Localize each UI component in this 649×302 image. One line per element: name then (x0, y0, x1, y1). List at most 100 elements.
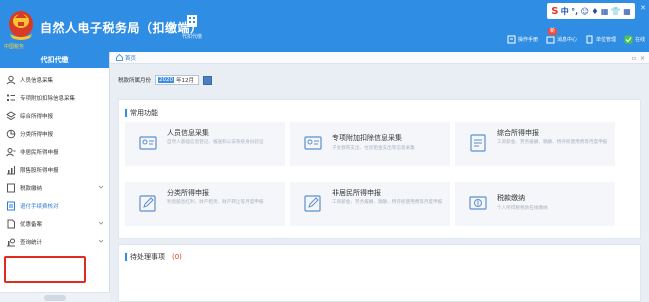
sidebar-item-label: 分类所得申报 (20, 132, 54, 138)
doc-list-icon (7, 201, 15, 211)
sidebar-item[interactable]: 人员信息采集 (0, 71, 110, 89)
sidebar-item-label: 人员信息采集 (20, 78, 54, 84)
sidebar-item[interactable]: 分类所得申报 (0, 125, 110, 143)
function-desc: 自然人基础信息登记、报送和公安系统身份验证 (167, 140, 264, 145)
doc-card-icon (470, 134, 486, 152)
function-name: 人员信息采集 (167, 129, 209, 137)
message-badge: 新 (547, 27, 557, 35)
sidebar-item-label: 专项附加扣除信息采集 (20, 96, 76, 102)
building-icon (586, 35, 593, 43)
function-name: 综合所得申报 (497, 129, 539, 137)
function-name: 非居民所得申报 (332, 189, 381, 197)
ime-skin-icon[interactable]: 👕 (611, 7, 621, 16)
ime-emoji-icon[interactable]: ☺ (581, 7, 589, 16)
online-icon (624, 35, 633, 43)
edit-card-icon (304, 195, 321, 212)
ime-voice-icon[interactable]: ♦ (591, 7, 598, 16)
function-desc: 工资薪金、劳务报酬、稿酬、特许权使用费等月度申报 (497, 140, 608, 145)
function-card[interactable]: 分类所得申报 利息股息红利、财产租赁、财产转让等月度申报 (125, 182, 285, 226)
sidebar-item[interactable]: 税款缴纳 (0, 179, 110, 197)
sidebar-item-label: 综合所得申报 (20, 114, 54, 120)
function-card[interactable]: 非居民所得申报工资薪金、劳务报酬、稿酬、特许权使用费等月度申报 (290, 182, 450, 226)
unit-manage-link[interactable]: 单位管理 (585, 35, 616, 44)
period-input[interactable]: 2020 年12月 (155, 75, 200, 85)
ime-punct-icon[interactable]: °, (571, 7, 578, 16)
manual-label: 操作手册 (517, 36, 538, 43)
chevron-down-icon[interactable] (98, 238, 104, 244)
pending-panel: 待处理事项 (0) (118, 244, 641, 302)
scroll-thumb[interactable] (44, 295, 66, 301)
person-card-icon (304, 136, 322, 150)
function-card[interactable]: 专项附加扣除信息采集 子女教育支出、住房租金支出等信息采集 (290, 122, 450, 166)
role-switch[interactable]: 代扣代缴 (170, 8, 214, 48)
unit-manage-label: 单位管理 (595, 36, 616, 43)
tab-home-label: 首页 (125, 55, 137, 62)
pending-count: (0) (172, 253, 182, 261)
ime-toolbar[interactable]: S 中 °, ☺ ♦ ▦ 👕 ▦ (547, 3, 635, 19)
tab-close-icon[interactable]: × (640, 55, 645, 62)
sidebar: 代扣代缴 人员信息采集专项附加扣除信息采集 综合所得申报 分类所得申报非居民所得申报… (0, 52, 110, 302)
period-label: 税款所属月份 (118, 78, 152, 84)
ime-lang-icon[interactable]: 中 (561, 6, 569, 17)
online-status-link[interactable]: 在线 (624, 35, 645, 44)
close-icon[interactable]: ✕ (640, 4, 646, 12)
function-name: 分类所得申报 (167, 189, 209, 197)
tab-controls: ▫ × (632, 55, 645, 62)
search-stat-icon (7, 238, 15, 247)
online-label: 在线 (634, 36, 645, 43)
tab-home[interactable]: 首页 (116, 54, 136, 62)
list-icon (7, 94, 15, 101)
pending-title: 待处理事项 (0) (125, 252, 182, 262)
function-card[interactable]: 人员信息采集自然人基础信息登记、报送和公安系统身份验证 (125, 122, 285, 166)
person-card-icon (139, 136, 157, 150)
sidebar-scrollbar[interactable] (0, 292, 110, 302)
edit-card-icon (139, 195, 156, 212)
function-desc: 子女教育支出、住房租金支出等信息采集 (332, 146, 415, 151)
manual-link[interactable]: 操作手册 (507, 35, 538, 44)
sidebar-item[interactable]: 查询统计 (0, 233, 110, 251)
chevron-down-icon[interactable] (98, 184, 104, 190)
pending-label: 待处理事项 (130, 253, 165, 261)
calendar-icon[interactable] (203, 75, 213, 85)
ime-keyboard-icon[interactable]: ▦ (601, 7, 609, 16)
layers-icon (6, 111, 16, 121)
sidebar-item-label: 税款缴纳 (20, 186, 43, 192)
function-card[interactable]: 税款缴纳 个人所得税税款在线缴纳 (455, 182, 615, 226)
sidebar-item-label: 限售股所得申报 (20, 168, 59, 174)
ime-menu-icon[interactable]: ▦ (623, 7, 631, 16)
header-right: S 中 °, ☺ ♦ ▦ 👕 ▦ ✕ 操作手册 新 消息中心 单位管理 在线 (439, 0, 649, 52)
manual-icon (507, 35, 516, 43)
common-functions-title: 常用功能 (125, 108, 158, 118)
main-content: 首页 ▫ × 税款所属月份 2020 年12月 常用功能 人员信息采集自然人基础… (110, 52, 649, 302)
common-functions-panel: 常用功能 人员信息采集 自然人基础信息登记、报送和公安系统身份验证 专项附加扣除信息… (118, 99, 641, 239)
sidebar-item[interactable]: 优惠备案 (0, 215, 110, 233)
function-card[interactable]: 综合所得申报工资薪金、劳务报酬、稿酬、特许权使用费等月度申报 (455, 122, 615, 166)
function-name: 税款缴纳 (497, 194, 525, 202)
highlight-annotation (4, 256, 86, 283)
chevron-down-icon[interactable] (98, 220, 104, 226)
home-icon (116, 54, 123, 61)
role-label: 代扣代缴 (181, 34, 202, 40)
file-icon (7, 219, 15, 229)
user-icon (6, 148, 16, 157)
title-accent (125, 109, 127, 117)
message-label: 消息中心 (556, 36, 577, 43)
sidebar-item[interactable]: 非居民所得申报 (0, 143, 110, 161)
period-row: 税款所属月份 2020 年12月 (118, 75, 213, 85)
sidebar-item[interactable]: 退付手续费核对 (0, 197, 110, 215)
common-functions-label: 常用功能 (130, 109, 158, 117)
ime-logo-icon[interactable]: S (551, 6, 558, 17)
function-desc: 工资薪金、劳务报酬、稿酬、特许权使用费等月度申报 (332, 200, 443, 205)
sidebar-item[interactable]: 综合所得申报 (0, 107, 110, 125)
person-icon (6, 75, 16, 85)
header-links: 操作手册 新 消息中心 单位管理 在线 (439, 27, 649, 45)
message-center-link[interactable]: 新 消息中心 (546, 27, 577, 44)
sidebar-item[interactable]: 限售股所得申报 (0, 161, 110, 179)
emblem-caption: 中国税务 (4, 44, 25, 50)
sidebar-item[interactable]: 专项附加扣除信息采集 (0, 89, 110, 107)
tab-menu-icon[interactable]: ▫ (632, 55, 636, 62)
period-month: 年12月 (176, 78, 195, 84)
bar-chart-icon (7, 166, 15, 175)
sidebar-header: 代扣代缴 (0, 52, 109, 68)
app-header: 中国税务 自然人电子税务局（扣缴端） 代扣代缴 S 中 °, ☺ ♦ ▦ 👕 ▦… (0, 0, 649, 52)
